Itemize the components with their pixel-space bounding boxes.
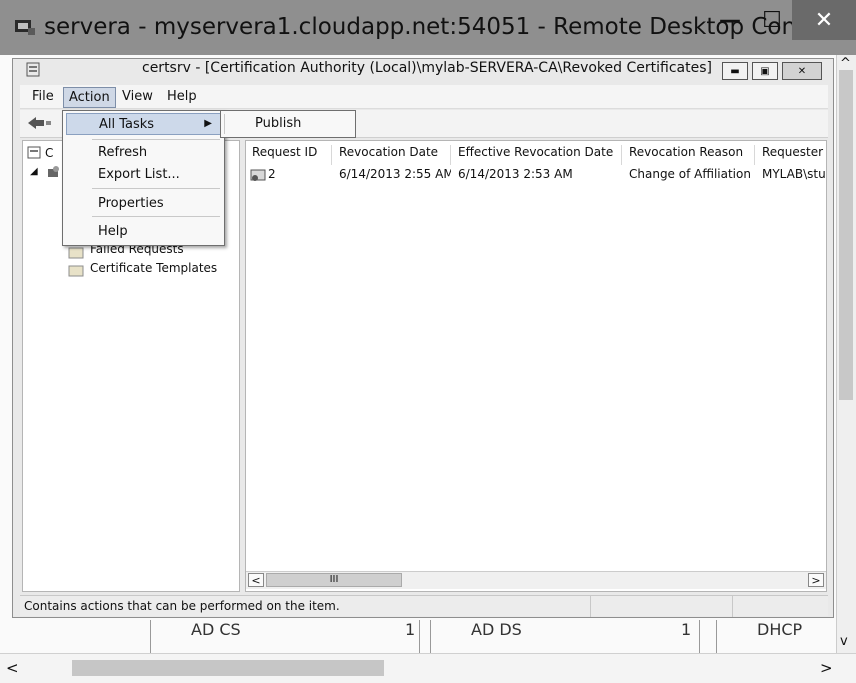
maximize-icon: ☐ (762, 7, 782, 33)
menu-view[interactable]: View (117, 87, 158, 108)
ca-root-icon (27, 145, 43, 164)
folder-icon (68, 262, 84, 281)
list-scroll-thumb[interactable]: III (266, 573, 402, 587)
column-header-request-id[interactable]: Request ID (246, 145, 332, 165)
menu-item-publish[interactable]: Publish (255, 116, 301, 131)
scroll-left-icon[interactable]: < (248, 573, 264, 587)
rdp-vertical-scroll-thumb[interactable] (839, 70, 853, 400)
column-header-revocation-date[interactable]: Revocation Date (333, 145, 451, 165)
menu-item-export-list[interactable]: Export List... (66, 164, 221, 186)
scroll-right-icon[interactable]: > (808, 573, 824, 587)
close-icon: ✕ (797, 65, 807, 77)
menu-help[interactable]: Help (162, 87, 202, 108)
menu-file[interactable]: File (27, 87, 59, 108)
table-cell-request-id[interactable]: 2 (262, 167, 332, 181)
menu-separator (224, 114, 225, 134)
tree-item-certificate-templates[interactable]: Certificate Templates (90, 261, 217, 275)
certsrv-app-icon (26, 62, 42, 78)
menu-item-all-tasks[interactable]: All Tasks ▶ (66, 113, 221, 135)
scroll-left-icon[interactable]: < (6, 659, 19, 677)
rdp-close-button[interactable]: ✕ (792, 0, 856, 40)
rdp-maximize-button[interactable]: ☐ (752, 0, 792, 40)
column-header-effective-revocation-date[interactable]: Effective Revocation Date (452, 145, 622, 165)
status-bar: Contains actions that can be performed o… (20, 595, 828, 617)
menu-separator (92, 216, 220, 217)
rdp-window-title: servera - myservera1.cloudapp.net:54051 … (44, 14, 819, 40)
menu-separator (92, 139, 220, 140)
menu-item-label: All Tasks (99, 117, 155, 132)
mmc-close-button[interactable]: ✕ (782, 62, 822, 80)
status-divider (732, 596, 733, 617)
rdp-minimize-button[interactable]: — (710, 0, 750, 40)
menu-separator (92, 188, 220, 189)
menu-item-properties[interactable]: Properties (66, 193, 221, 215)
submenu-arrow-icon: ▶ (204, 118, 212, 129)
minimize-icon: ▬ (730, 65, 740, 77)
mmc-maximize-button[interactable]: ▣ (752, 62, 778, 80)
back-arrow-icon[interactable] (26, 115, 52, 135)
mmc-minimize-button[interactable]: ▬ (722, 62, 748, 80)
server-manager-tile-dhcp[interactable]: DHCP (716, 620, 834, 653)
rdp-horizontal-scroll-thumb[interactable] (72, 660, 384, 676)
maximize-icon: ▣ (760, 65, 770, 77)
tile-label: AD DS (471, 620, 522, 639)
table-cell-revocation-date: 6/14/2013 2:55 AM (339, 167, 451, 181)
table-cell-requester-name: MYLAB\stu (762, 167, 826, 181)
column-header-revocation-reason[interactable]: Revocation Reason (623, 145, 755, 165)
tile-label: AD CS (191, 620, 241, 639)
scroll-down-icon[interactable]: v (840, 634, 848, 649)
tree-root-label[interactable]: C (45, 146, 53, 160)
folder-icon (68, 244, 84, 263)
column-header-requester-name[interactable]: Requester N (756, 145, 826, 165)
scroll-right-icon[interactable]: > (820, 659, 833, 677)
server-manager-tile-adcs[interactable]: AD CS 1 (150, 620, 420, 653)
status-text: Contains actions that can be performed o… (24, 599, 340, 613)
status-divider (590, 596, 591, 617)
menu-item-help[interactable]: Help (66, 221, 221, 243)
menu-action[interactable]: Action (63, 87, 116, 108)
server-manager-tile-adds[interactable]: AD DS 1 (430, 620, 700, 653)
scroll-up-icon[interactable]: ^ (840, 56, 851, 71)
menu-item-refresh[interactable]: Refresh (66, 142, 221, 164)
tile-count: 1 (405, 620, 416, 639)
ca-server-icon (46, 164, 60, 183)
tile-label: DHCP (757, 620, 803, 639)
table-cell-revocation-reason: Change of Affiliation (629, 167, 751, 181)
all-tasks-submenu: Publish (220, 110, 356, 138)
results-list (245, 140, 827, 592)
mmc-window-title: certsrv - [Certification Authority (Loca… (142, 60, 712, 76)
table-cell-effective-revocation-date: 6/14/2013 2:53 AM (458, 167, 573, 181)
remote-desktop-icon (14, 18, 36, 36)
expand-arrow-icon[interactable]: ◢ (30, 166, 38, 177)
minimize-icon: — (719, 7, 741, 33)
close-icon: ✕ (814, 7, 834, 33)
tile-count: 1 (681, 620, 692, 639)
